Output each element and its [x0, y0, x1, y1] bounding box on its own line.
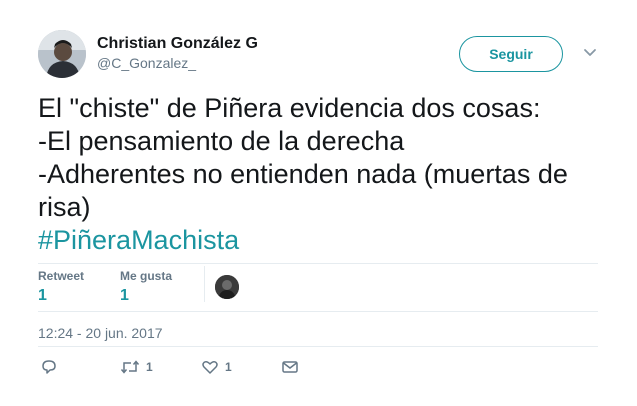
divider: [38, 311, 598, 312]
stat-divider: [204, 266, 205, 302]
retweet-stat[interactable]: Retweet 1: [38, 269, 84, 305]
liker-avatar[interactable]: [215, 275, 239, 299]
like-count: 1: [225, 360, 232, 374]
like-stat-label: Me gusta: [120, 269, 173, 283]
retweet-icon: [120, 360, 140, 374]
tweet-line: El "chiste" de Piñera evidencia dos cosa…: [38, 93, 541, 123]
tweet-line: risa): [38, 192, 91, 222]
like-stat-value: 1: [120, 287, 129, 304]
tweet-line: -El pensamiento de la derecha: [38, 126, 405, 156]
avatar-photo: [38, 30, 86, 78]
reply-button[interactable]: [40, 358, 64, 376]
hashtag-link[interactable]: #PiñeraMachista: [38, 224, 598, 257]
follow-button[interactable]: Seguir: [459, 36, 563, 72]
retweet-stat-value: 1: [38, 287, 47, 304]
author-name[interactable]: Christian González G: [97, 35, 258, 53]
message-button[interactable]: [281, 358, 305, 376]
retweet-button[interactable]: 1: [120, 358, 153, 376]
like-stat[interactable]: Me gusta 1: [120, 269, 172, 305]
retweet-count: 1: [146, 360, 153, 374]
liker-photo: [215, 275, 239, 299]
tweet-text: El "chiste" de Piñera evidencia dos cosa…: [38, 92, 598, 257]
chevron-down-icon[interactable]: [582, 46, 598, 58]
divider: [38, 263, 598, 264]
author-avatar[interactable]: [38, 30, 86, 78]
envelope-icon: [282, 361, 298, 373]
heart-icon: [202, 361, 218, 374]
tweet-line: -Adherentes no entienden nada (muertas d…: [38, 159, 568, 189]
retweet-stat-label: Retweet: [38, 269, 85, 283]
reply-icon: [42, 360, 56, 374]
tweet-timestamp[interactable]: 12:24 - 20 jun. 2017: [38, 325, 163, 341]
like-button[interactable]: 1: [201, 358, 232, 376]
divider: [38, 346, 598, 347]
author-handle[interactable]: @C_Gonzalez_: [97, 55, 196, 71]
